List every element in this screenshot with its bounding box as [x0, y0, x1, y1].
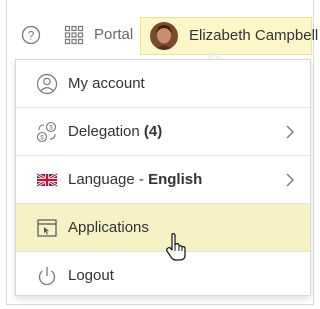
language-label: Language - — [68, 171, 149, 188]
chevron-right-icon — [286, 125, 294, 139]
menu-item-label: Delegation (4) — [68, 123, 162, 140]
delegation-icon: $ $ — [36, 121, 57, 143]
hand-cursor-icon — [166, 233, 186, 261]
help-icon[interactable]: ? — [21, 25, 41, 45]
power-icon — [38, 267, 56, 286]
applications-icon — [37, 219, 57, 237]
delegation-label: Delegation — [68, 123, 144, 140]
menu-item-language[interactable]: Language - English — [16, 156, 310, 204]
menu-item-delegation[interactable]: $ $ Delegation (4) — [16, 108, 310, 156]
svg-text:?: ? — [28, 29, 35, 43]
uk-flag-icon — [36, 172, 58, 188]
menu-item-applications[interactable]: Applications — [16, 204, 310, 252]
menu-item-label: My account — [68, 75, 145, 92]
menu-item-logout[interactable]: Logout — [16, 252, 310, 300]
menu-item-my-account[interactable]: My account — [16, 60, 310, 108]
avatar — [150, 22, 178, 50]
menu-item-label: Language - English — [68, 171, 202, 188]
app-grid-icon[interactable] — [64, 25, 84, 45]
account-icon — [36, 73, 58, 95]
chevron-right-icon — [286, 173, 294, 187]
portal-link[interactable]: Portal — [94, 26, 133, 43]
menu-item-label: Applications — [68, 219, 149, 236]
user-dropdown-menu: My account $ $ Delegation (4) Language -… — [15, 59, 311, 296]
user-name: Elizabeth Campbell — [189, 27, 319, 44]
language-value: English — [148, 171, 203, 188]
menu-item-label: Logout — [68, 267, 114, 284]
delegation-count: (4) — [143, 123, 163, 140]
user-menu-button[interactable]: Elizabeth Campbell — [140, 17, 318, 55]
